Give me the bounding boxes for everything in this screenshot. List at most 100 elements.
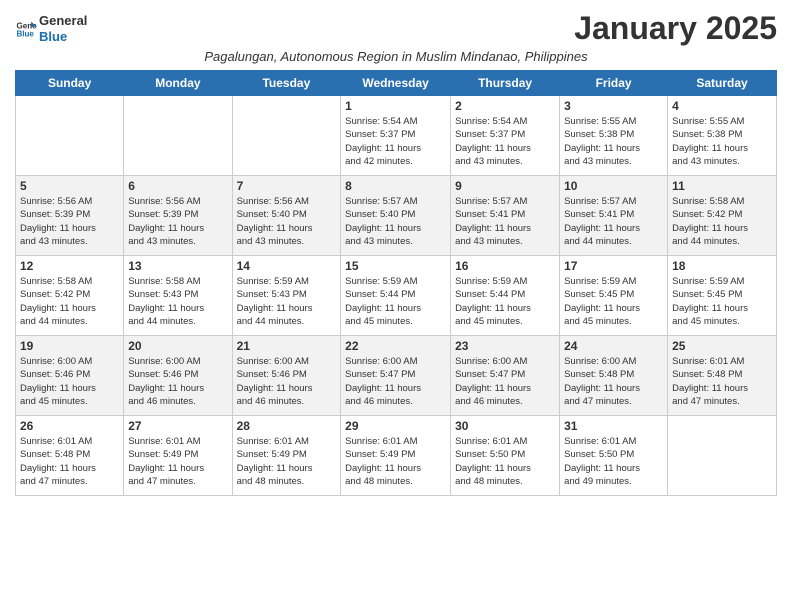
calendar-cell: 7 Sunrise: 5:56 AMSunset: 5:40 PMDaylight…: [232, 176, 341, 256]
day-info: Sunrise: 5:55 AMSunset: 5:38 PMDaylight:…: [564, 115, 663, 168]
calendar-week-2: 5 Sunrise: 5:56 AMSunset: 5:39 PMDaylight…: [16, 176, 777, 256]
calendar-cell: 21 Sunrise: 6:00 AMSunset: 5:46 PMDayligh…: [232, 336, 341, 416]
calendar-cell: 11Sunrise: 5:58 AMSunset: 5:42 PMDayligh…: [668, 176, 777, 256]
day-info: Sunrise: 5:59 AMSunset: 5:43 PMDaylight:…: [237, 275, 337, 328]
calendar-cell: 6 Sunrise: 5:56 AMSunset: 5:39 PMDaylight…: [124, 176, 232, 256]
logo: General Blue General Blue: [15, 13, 87, 44]
weekday-header-saturday: Saturday: [668, 71, 777, 96]
calendar-cell: 10 Sunrise: 5:57 AMSunset: 5:41 PMDayligh…: [560, 176, 668, 256]
day-info: Sunrise: 6:00 AMSunset: 5:47 PMDaylight:…: [345, 355, 446, 408]
calendar-body: 1Sunrise: 5:54 AMSunset: 5:37 PMDaylight…: [16, 96, 777, 496]
calendar-cell: 24 Sunrise: 6:00 AMSunset: 5:48 PMDayligh…: [560, 336, 668, 416]
calendar-week-3: 12Sunrise: 5:58 AMSunset: 5:42 PMDayligh…: [16, 256, 777, 336]
day-number: 28: [237, 419, 337, 433]
day-info: Sunrise: 6:01 AMSunset: 5:49 PMDaylight:…: [237, 435, 337, 488]
calendar-week-5: 26Sunrise: 6:01 AMSunset: 5:48 PMDayligh…: [16, 416, 777, 496]
day-number: 24: [564, 339, 663, 353]
weekday-header-row: SundayMondayTuesdayWednesdayThursdayFrid…: [16, 71, 777, 96]
day-info: Sunrise: 6:01 AMSunset: 5:48 PMDaylight:…: [672, 355, 772, 408]
day-number: 29: [345, 419, 446, 433]
page-header: General Blue General Blue January 2025: [15, 10, 777, 47]
calendar-cell: [124, 96, 232, 176]
day-number: 15: [345, 259, 446, 273]
day-number: 18: [672, 259, 772, 273]
weekday-header-wednesday: Wednesday: [341, 71, 451, 96]
weekday-header-sunday: Sunday: [16, 71, 124, 96]
day-number: 30: [455, 419, 555, 433]
svg-text:Blue: Blue: [16, 29, 34, 38]
day-number: 5: [20, 179, 119, 193]
day-number: 11: [672, 179, 772, 193]
day-info: Sunrise: 5:56 AMSunset: 5:40 PMDaylight:…: [237, 195, 337, 248]
day-number: 8: [345, 179, 446, 193]
day-number: 19: [20, 339, 119, 353]
calendar-cell: 3 Sunrise: 5:55 AMSunset: 5:38 PMDaylight…: [560, 96, 668, 176]
calendar-cell: 1Sunrise: 5:54 AMSunset: 5:37 PMDaylight…: [341, 96, 451, 176]
day-number: 26: [20, 419, 119, 433]
calendar-cell: 17 Sunrise: 5:59 AMSunset: 5:45 PMDayligh…: [560, 256, 668, 336]
day-number: 2: [455, 99, 555, 113]
day-info: Sunrise: 5:59 AMSunset: 5:45 PMDaylight:…: [672, 275, 772, 328]
calendar-cell: 27Sunrise: 6:01 AMSunset: 5:49 PMDayligh…: [124, 416, 232, 496]
day-info: Sunrise: 5:56 AMSunset: 5:39 PMDaylight:…: [128, 195, 227, 248]
day-info: Sunrise: 5:57 AMSunset: 5:41 PMDaylight:…: [455, 195, 555, 248]
day-info: Sunrise: 6:00 AMSunset: 5:46 PMDaylight:…: [128, 355, 227, 408]
calendar-cell: 31Sunrise: 6:01 AMSunset: 5:50 PMDayligh…: [560, 416, 668, 496]
day-number: 27: [128, 419, 227, 433]
calendar-cell: 12Sunrise: 5:58 AMSunset: 5:42 PMDayligh…: [16, 256, 124, 336]
calendar-cell: 20 Sunrise: 6:00 AMSunset: 5:46 PMDayligh…: [124, 336, 232, 416]
calendar-cell: 9Sunrise: 5:57 AMSunset: 5:41 PMDaylight…: [451, 176, 560, 256]
weekday-header-thursday: Thursday: [451, 71, 560, 96]
day-number: 6: [128, 179, 227, 193]
day-info: Sunrise: 6:00 AMSunset: 5:46 PMDaylight:…: [237, 355, 337, 408]
calendar-cell: [668, 416, 777, 496]
calendar-cell: 15 Sunrise: 5:59 AMSunset: 5:44 PMDayligh…: [341, 256, 451, 336]
day-number: 25: [672, 339, 772, 353]
day-info: Sunrise: 5:59 AMSunset: 5:44 PMDaylight:…: [455, 275, 555, 328]
calendar-cell: 14 Sunrise: 5:59 AMSunset: 5:43 PMDayligh…: [232, 256, 341, 336]
calendar-cell: 25 Sunrise: 6:01 AMSunset: 5:48 PMDayligh…: [668, 336, 777, 416]
calendar-cell: 30 Sunrise: 6:01 AMSunset: 5:50 PMDayligh…: [451, 416, 560, 496]
day-number: 23: [455, 339, 555, 353]
weekday-header-friday: Friday: [560, 71, 668, 96]
day-info: Sunrise: 5:59 AMSunset: 5:44 PMDaylight:…: [345, 275, 446, 328]
day-info: Sunrise: 6:01 AMSunset: 5:50 PMDaylight:…: [455, 435, 555, 488]
weekday-header-monday: Monday: [124, 71, 232, 96]
day-number: 17: [564, 259, 663, 273]
day-number: 3: [564, 99, 663, 113]
day-number: 22: [345, 339, 446, 353]
day-number: 21: [237, 339, 337, 353]
calendar-cell: 29 Sunrise: 6:01 AMSunset: 5:49 PMDayligh…: [341, 416, 451, 496]
calendar-cell: 26Sunrise: 6:01 AMSunset: 5:48 PMDayligh…: [16, 416, 124, 496]
calendar-cell: 2 Sunrise: 5:54 AMSunset: 5:37 PMDaylight…: [451, 96, 560, 176]
calendar-week-4: 19 Sunrise: 6:00 AMSunset: 5:46 PMDayligh…: [16, 336, 777, 416]
calendar-subtitle: Pagalungan, Autonomous Region in Muslim …: [15, 49, 777, 64]
day-info: Sunrise: 6:00 AMSunset: 5:48 PMDaylight:…: [564, 355, 663, 408]
day-info: Sunrise: 5:56 AMSunset: 5:39 PMDaylight:…: [20, 195, 119, 248]
calendar-cell: 8 Sunrise: 5:57 AMSunset: 5:40 PMDaylight…: [341, 176, 451, 256]
day-info: Sunrise: 6:01 AMSunset: 5:49 PMDaylight:…: [345, 435, 446, 488]
day-number: 13: [128, 259, 227, 273]
calendar-cell: [16, 96, 124, 176]
calendar-cell: [232, 96, 341, 176]
day-number: 4: [672, 99, 772, 113]
calendar-cell: 19Sunrise: 6:00 AMSunset: 5:46 PMDayligh…: [16, 336, 124, 416]
day-info: Sunrise: 6:00 AMSunset: 5:47 PMDaylight:…: [455, 355, 555, 408]
calendar-title: January 2025: [574, 10, 777, 47]
day-number: 14: [237, 259, 337, 273]
calendar-cell: 22 Sunrise: 6:00 AMSunset: 5:47 PMDayligh…: [341, 336, 451, 416]
day-info: Sunrise: 5:57 AMSunset: 5:41 PMDaylight:…: [564, 195, 663, 248]
day-number: 20: [128, 339, 227, 353]
weekday-header-tuesday: Tuesday: [232, 71, 341, 96]
day-info: Sunrise: 5:59 AMSunset: 5:45 PMDaylight:…: [564, 275, 663, 328]
day-info: Sunrise: 5:57 AMSunset: 5:40 PMDaylight:…: [345, 195, 446, 248]
calendar-cell: 28 Sunrise: 6:01 AMSunset: 5:49 PMDayligh…: [232, 416, 341, 496]
logo-general: General: [39, 13, 87, 29]
calendar-cell: 18 Sunrise: 5:59 AMSunset: 5:45 PMDayligh…: [668, 256, 777, 336]
day-number: 10: [564, 179, 663, 193]
calendar-cell: 4Sunrise: 5:55 AMSunset: 5:38 PMDaylight…: [668, 96, 777, 176]
day-info: Sunrise: 5:54 AMSunset: 5:37 PMDaylight:…: [455, 115, 555, 168]
calendar-table: SundayMondayTuesdayWednesdayThursdayFrid…: [15, 70, 777, 496]
day-info: Sunrise: 5:58 AMSunset: 5:42 PMDaylight:…: [20, 275, 119, 328]
day-number: 7: [237, 179, 337, 193]
